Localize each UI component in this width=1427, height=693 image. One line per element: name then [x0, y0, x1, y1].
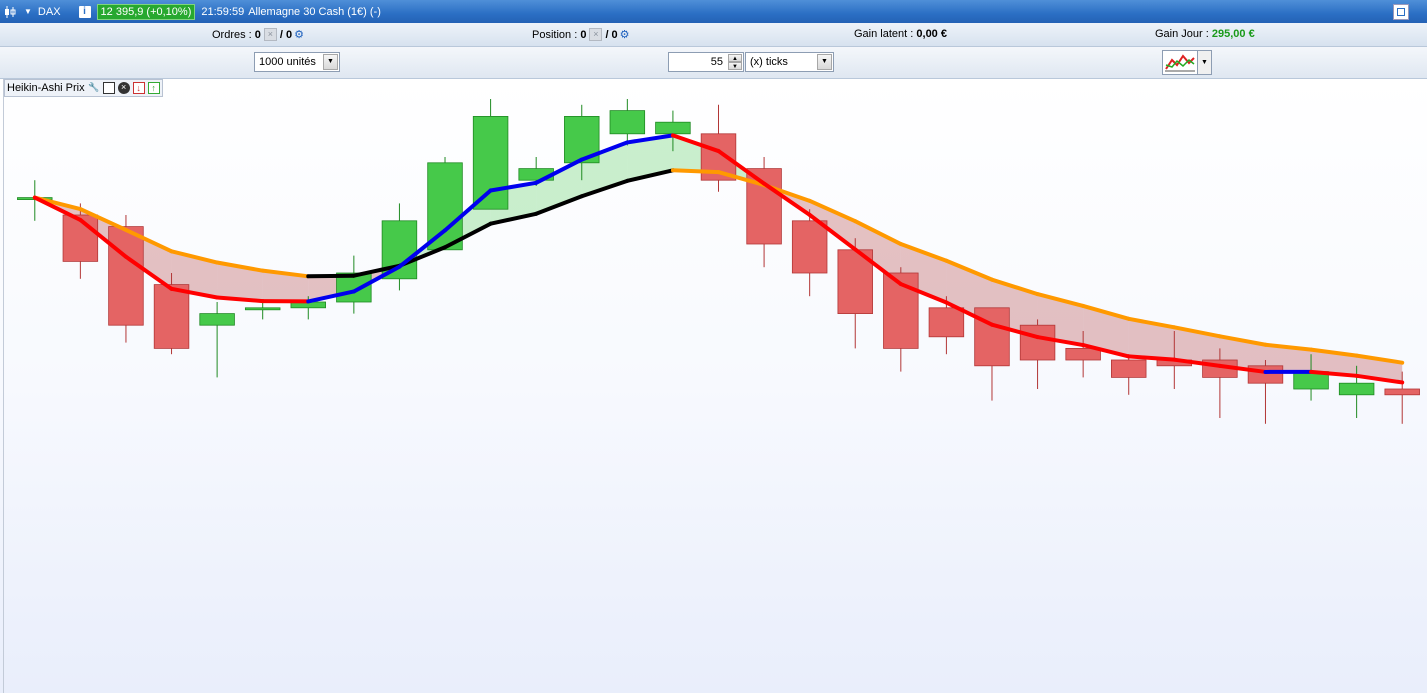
candle-body	[153, 284, 190, 349]
gears-icon[interactable]: ⚙	[620, 28, 630, 41]
day-gain-label: Gain Jour :	[1155, 28, 1209, 40]
stepper-up-icon[interactable]: ▲	[728, 54, 742, 62]
ticks-value: 55	[710, 56, 723, 68]
orders-value-2: / 0	[279, 28, 293, 41]
candlestick-icon	[4, 5, 22, 19]
units-select[interactable]: 1000 unités ▼	[254, 52, 340, 72]
price-chart[interactable]: Heikin-Ashi Prix 🔧 × ↓ ↑	[0, 79, 1427, 693]
candle-body	[244, 307, 281, 311]
chart-style-button[interactable]	[1162, 50, 1198, 75]
chart-style-icon	[1165, 54, 1195, 72]
window-titlebar: ▼ DAX i 12 395,9 (+0,10%) 21:59:59 Allem…	[0, 0, 1427, 23]
position-value: 0	[580, 28, 587, 41]
candle-body	[655, 121, 691, 135]
maximize-icon[interactable]	[1393, 4, 1409, 20]
orders-label: Ordres :	[212, 28, 252, 41]
candle-body	[791, 220, 828, 274]
candle-body	[1384, 388, 1420, 396]
position-value-2: / 0	[605, 28, 618, 41]
slow-moving-average-segment	[306, 273, 356, 279]
day-gain-value: 295,00 €	[1211, 28, 1255, 40]
ticks-unit-select[interactable]: (x) ticks ▼	[745, 52, 834, 72]
close-position-icon[interactable]: ×	[589, 28, 603, 41]
candle-body	[1111, 359, 1147, 378]
orders-value: 0	[254, 28, 261, 41]
chevron-down-icon[interactable]: ▼	[323, 54, 338, 70]
move-down-icon[interactable]: ↓	[132, 82, 145, 94]
candle-body	[1338, 382, 1375, 396]
gears-icon[interactable]: ⚙	[294, 28, 304, 41]
chevron-down-icon[interactable]: ▼	[24, 7, 32, 16]
position-group: Position : 0 × / 0 ⚙	[532, 28, 630, 41]
cancel-orders-icon[interactable]: ×	[263, 28, 277, 41]
account-infobar: Ordres : 0 × / 0 ⚙ Position : 0 × / 0 ⚙ …	[0, 23, 1427, 47]
close-icon[interactable]: ×	[117, 82, 130, 94]
latent-gain-label: Gain latent :	[854, 28, 914, 40]
candle-body	[928, 307, 965, 338]
candle-body	[427, 162, 463, 251]
candle-body	[108, 226, 144, 326]
latent-gain-group: Gain latent : 0,00 €	[854, 28, 947, 40]
stepper-down-icon[interactable]: ▼	[728, 62, 742, 70]
move-up-icon[interactable]: ↑	[147, 82, 160, 94]
position-label: Position :	[532, 28, 578, 41]
info-icon[interactable]: i	[78, 5, 91, 18]
ticks-stepper[interactable]: 55 ▲ ▼	[668, 52, 744, 72]
indicator-toolbar: Heikin-Ashi Prix 🔧 × ↓ ↑	[4, 79, 163, 97]
units-select-value: 1000 unités	[259, 56, 316, 68]
orders-group: Ordres : 0 × / 0 ⚙	[212, 28, 304, 41]
chevron-down-icon[interactable]: ▼	[817, 54, 832, 70]
instrument-name: Allemagne 30 Cash (1€) (-)	[248, 5, 381, 18]
trading-toolbar: 1000 unités ▼ 55 ▲ ▼ (x) ticks ▼ ▼	[0, 47, 1427, 79]
instrument-menu[interactable]: ▼	[0, 5, 32, 19]
candle-body	[472, 116, 509, 210]
candle-body	[974, 307, 1010, 367]
price-badge: 12 395,9 (+0,10%)	[96, 3, 196, 20]
clock-label: 21:59:59	[201, 5, 245, 18]
candle-body	[199, 313, 235, 326]
latent-gain-value: 0,00 €	[916, 28, 947, 40]
candle-body	[1019, 324, 1056, 361]
indicator-label: Heikin-Ashi Prix	[7, 82, 85, 94]
slow-moving-average-segment	[670, 168, 721, 175]
candle-body	[609, 110, 646, 135]
candlestick-plot[interactable]	[0, 79, 1427, 693]
day-gain-group: Gain Jour : 295,00 €	[1155, 28, 1255, 40]
wrench-icon[interactable]: 🔧	[88, 82, 100, 94]
symbol-label: DAX	[37, 5, 61, 18]
window-icon[interactable]	[102, 82, 115, 94]
chevron-down-icon[interactable]: ▼	[1198, 50, 1212, 75]
chart-left-border	[3, 79, 4, 693]
ticks-unit-value: (x) ticks	[750, 56, 788, 68]
